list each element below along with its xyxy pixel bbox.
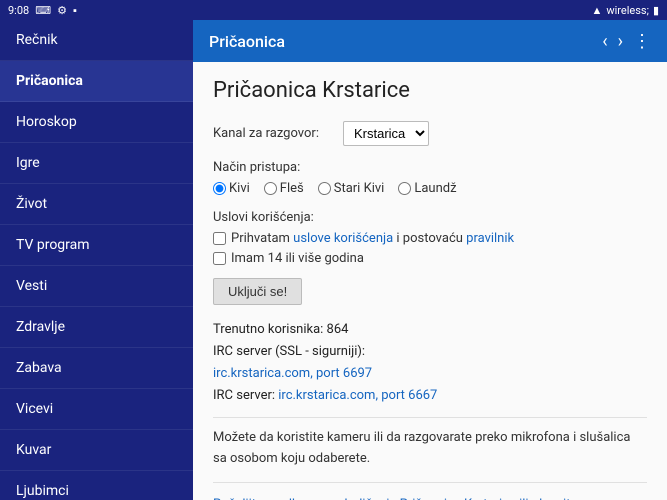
sidebar-item-igre[interactable]: Igre <box>0 143 193 184</box>
radio-stari-kivi[interactable]: Stari Kivi <box>318 181 385 196</box>
terms-section: Uslovi korišćenja: Prihvatam uslove kori… <box>213 210 647 266</box>
irc-ssl-link[interactable]: irc.krstarica.com, port 6697 <box>213 366 372 381</box>
info-users-row: Trenutno korisnika: 864 <box>213 319 647 341</box>
radio-fles-label: Fleš <box>280 181 304 196</box>
sidebar-item-pričaonica[interactable]: Pričaonica <box>0 61 193 102</box>
sidebar-item-vesti[interactable]: Vesti <box>0 266 193 307</box>
battery-full-icon: ▮ <box>653 4 659 17</box>
radio-laundz[interactable]: Laundž <box>398 181 456 196</box>
wifi-signal-icon: wireless; <box>606 4 649 17</box>
radio-fles-input[interactable] <box>264 182 277 195</box>
info-irc-row: IRC server: irc.krstarica.com, port 6667 <box>213 385 647 407</box>
channel-select[interactable]: Krstarica <box>343 121 429 146</box>
terms-checkbox1-row: Prihvatam uslove korišćenja i postovaću … <box>213 231 647 246</box>
info-users-count: 864 <box>327 322 349 337</box>
terms-text1: Prihvatam uslove korišćenja i postovaću … <box>231 231 514 246</box>
signal-icon: ▲ <box>591 4 602 17</box>
irc-link[interactable]: irc.krstarica.com, port 6667 <box>278 388 437 403</box>
terms-label: Uslovi korišćenja: <box>213 210 647 225</box>
channel-label: Kanal za razgovor: <box>213 126 343 141</box>
wifi-icon: ⌨ <box>35 4 51 17</box>
info-irc-ssl-row: IRC server (SSL - sigurniji): <box>213 341 647 363</box>
terms-link2[interactable]: pravilnik <box>466 231 514 246</box>
terms-checkbox1[interactable] <box>213 232 226 245</box>
radio-laundz-label: Laundž <box>414 181 456 196</box>
sidebar-item-kuvar[interactable]: Kuvar <box>0 430 193 471</box>
info-users-prefix: Trenutno korisnika: <box>213 322 327 337</box>
battery-status-icon: ▪ <box>73 4 77 17</box>
terms-checkbox2-row: Imam 14 ili više godina <box>213 251 647 266</box>
radio-kivi[interactable]: Kivi <box>213 181 250 196</box>
note-text: Možete da koristite kameru ili da razgov… <box>213 428 647 470</box>
sidebar-item-tv-program[interactable]: TV program <box>0 225 193 266</box>
terms-link1[interactable]: uslove korišćenja <box>293 231 393 246</box>
sidebar-item-vicevi[interactable]: Vicevi <box>0 389 193 430</box>
status-bar: 9:08 ⌨ ⚙ ▪ ▲ wireless; ▮ <box>0 0 667 20</box>
channel-row: Kanal za razgovor: Krstarica <box>213 121 647 146</box>
info-irc-ssl-label: IRC server (SSL - sigurniji): <box>213 344 365 359</box>
sidebar: RečnikPričaonicaHoroskopIgreŽivotTV prog… <box>0 20 193 500</box>
sidebar-item-horoskop[interactable]: Horoskop <box>0 102 193 143</box>
join-button[interactable]: Uključi se! <box>213 278 302 305</box>
page-title: Pričaonica Krstarice <box>213 78 647 103</box>
info-section: Trenutno korisnika: 864 IRC server (SSL … <box>213 319 647 407</box>
sidebar-item-rečnik[interactable]: Rečnik <box>0 20 193 61</box>
nav-prev-button[interactable]: ‹ <box>602 31 607 52</box>
sidebar-item-ljubimci[interactable]: Ljubimci <box>0 471 193 500</box>
radio-kivi-input[interactable] <box>213 182 226 195</box>
status-right: ▲ wireless; ▮ <box>591 4 659 17</box>
top-bar-icons: ‹ › ⋮ <box>602 31 651 52</box>
divider1 <box>213 417 647 418</box>
status-left: 9:08 ⌨ ⚙ ▪ <box>8 4 77 17</box>
main-container: RečnikPričaonicaHoroskopIgreŽivotTV prog… <box>0 20 667 500</box>
sidebar-item-zdravlje[interactable]: Zdravlje <box>0 307 193 348</box>
terms-checkbox2[interactable] <box>213 252 226 265</box>
settings-icon: ⚙ <box>57 4 67 17</box>
info-irc-label: IRC server: <box>213 388 278 403</box>
time-display: 9:08 <box>8 4 29 17</box>
nav-next-button[interactable]: › <box>618 31 623 52</box>
info-irc-ssl-link-row: irc.krstarica.com, port 6697 <box>213 363 647 385</box>
access-radio-group: Kivi Fleš Stari Kivi Laundž <box>213 181 647 196</box>
top-bar-title: Pričaonica <box>209 32 285 51</box>
access-label: Način pristupa: <box>213 160 647 175</box>
terms-text2: Imam 14 ili više godina <box>231 251 364 266</box>
content-area: Pričaonica Krstarice Kanal za razgovor: … <box>193 62 667 500</box>
sidebar-item-zabava[interactable]: Zabava <box>0 348 193 389</box>
radio-fles[interactable]: Fleš <box>264 181 304 196</box>
more-menu-button[interactable]: ⋮ <box>633 31 651 52</box>
sidebar-item-život[interactable]: Život <box>0 184 193 225</box>
radio-laundz-input[interactable] <box>398 182 411 195</box>
divider2 <box>213 482 647 483</box>
top-bar: Pričaonica ‹ › ⋮ <box>193 20 667 62</box>
radio-stari-kivi-label: Stari Kivi <box>334 181 385 196</box>
radio-kivi-label: Kivi <box>229 181 250 196</box>
radio-stari-kivi-input[interactable] <box>318 182 331 195</box>
